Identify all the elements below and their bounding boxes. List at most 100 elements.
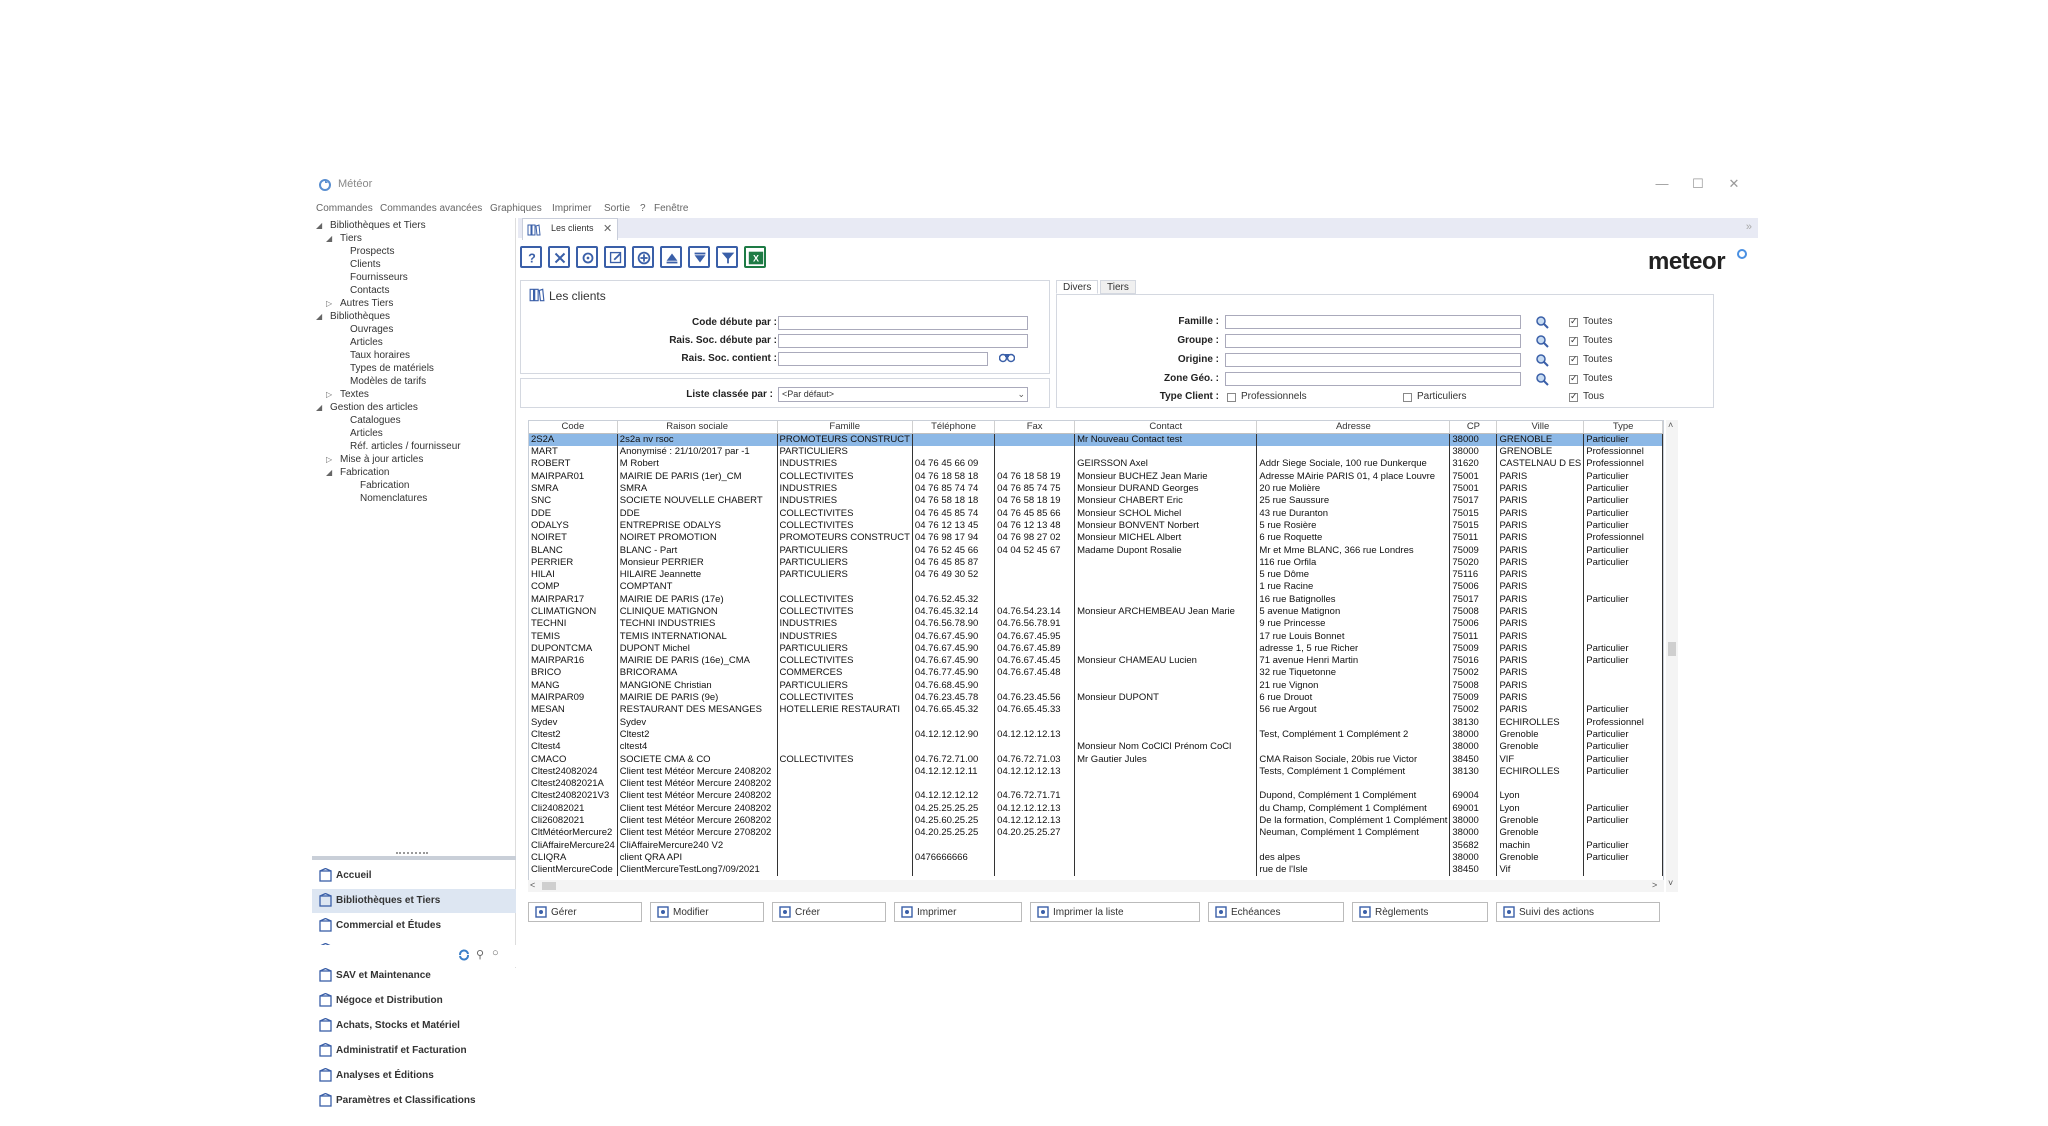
down-button[interactable] bbox=[688, 246, 710, 268]
menu-sortie[interactable]: Sortie bbox=[604, 203, 630, 214]
tree-expander-icon[interactable]: ▷ bbox=[326, 455, 332, 464]
tree-item[interactable]: Fournisseurs bbox=[350, 272, 408, 283]
settings-button[interactable] bbox=[576, 246, 598, 268]
table-row[interactable]: NOIRET NOIRET PROMOTION PROMOTEURS CONSTRU… bbox=[529, 532, 1663, 545]
nav-item[interactable]: Achats, Stocks et Matériel bbox=[312, 1014, 516, 1038]
rs-start-input[interactable] bbox=[778, 334, 1028, 348]
groupe-toutes-checkbox[interactable] bbox=[1569, 335, 1578, 346]
menu-help[interactable]: ? bbox=[640, 203, 646, 214]
nav-item[interactable]: Accueil bbox=[312, 864, 516, 888]
table-row[interactable]: Cltest24082021A Client test Météor Mercur… bbox=[529, 778, 1663, 791]
tree-item[interactable]: Nomenclatures bbox=[360, 493, 427, 504]
excel-button[interactable]: X bbox=[744, 246, 766, 268]
tree-item[interactable]: Bibliothèques bbox=[330, 311, 390, 322]
print-button[interactable]: Imprimer bbox=[894, 902, 1022, 922]
table-row[interactable]: MAIRPAR09 MAIRIE DE PARIS (9e) COLLECTIVIT… bbox=[529, 691, 1663, 705]
table-row[interactable]: MAIRPAR16 MAIRIE DE PARIS (16e)_CMA COLLEC… bbox=[529, 655, 1663, 668]
menu-graphiques[interactable]: Graphiques bbox=[490, 203, 542, 214]
column-header[interactable]: Téléphone bbox=[912, 421, 996, 434]
tree-item[interactable]: Bibliothèques et Tiers bbox=[330, 220, 426, 231]
collapse-icon[interactable]: ○ bbox=[492, 947, 499, 959]
famille-input[interactable] bbox=[1225, 315, 1521, 329]
table-row[interactable]: Sydev Sydev 38130 ECHIROLLES Professionnel bbox=[529, 716, 1663, 729]
close-button[interactable]: ✕ bbox=[1720, 174, 1748, 194]
table-row[interactable]: 2S2A 2s2a nv rsoc PROMOTEURS CONSTRUCT Mr N… bbox=[529, 433, 1663, 446]
tree-item[interactable]: Catalogues bbox=[350, 415, 401, 426]
tree-expander-icon[interactable]: ▷ bbox=[326, 390, 332, 399]
tous-checkbox[interactable] bbox=[1569, 391, 1578, 402]
menu-imprimer[interactable]: Imprimer bbox=[552, 203, 591, 214]
rs-contains-input[interactable] bbox=[778, 352, 988, 366]
table-row[interactable]: MAIRPAR01 MAIRIE DE PARIS (1er)_CM COLLECT… bbox=[529, 470, 1663, 483]
column-header[interactable]: Raison sociale bbox=[617, 421, 778, 434]
nav-item[interactable]: Commercial et Études bbox=[312, 914, 516, 938]
tree-item[interactable]: Modèles de tarifs bbox=[350, 376, 426, 387]
zone-search-icon[interactable] bbox=[1535, 372, 1549, 386]
menu-commandes[interactable]: Commandes bbox=[316, 203, 373, 214]
table-row[interactable]: Cltest24082021V3 Client test Météor Mercu… bbox=[529, 790, 1663, 803]
nav-item[interactable]: Analyses et Éditions bbox=[312, 1064, 516, 1088]
table-row[interactable]: MANG MANGIONE Christian PARTICULIERS 04.76.… bbox=[529, 679, 1663, 692]
tree-item[interactable]: Fabrication bbox=[360, 480, 409, 491]
add-button[interactable]: Créer bbox=[772, 902, 886, 922]
table-row[interactable]: MART Anonymisé : 21/10/2017 par -1 PARTICU… bbox=[529, 446, 1663, 459]
column-header[interactable]: Code bbox=[529, 421, 618, 434]
calendar-button[interactable]: Echéances bbox=[1208, 902, 1344, 922]
origine-toutes-checkbox[interactable] bbox=[1569, 354, 1578, 365]
splitter-grip[interactable] bbox=[396, 852, 428, 854]
menu-commandes-avancees[interactable]: Commandes avancées bbox=[380, 203, 482, 214]
tree-item[interactable]: Clients bbox=[350, 259, 381, 270]
groupe-input[interactable] bbox=[1225, 334, 1521, 348]
add-button[interactable] bbox=[632, 246, 654, 268]
help-button[interactable]: ? bbox=[520, 246, 542, 268]
tree-item[interactable]: Ouvrages bbox=[350, 324, 393, 335]
table-row[interactable]: DUPONTCMA DUPONT Michel PARTICULIERS 04.76.… bbox=[529, 642, 1663, 656]
delete-button[interactable] bbox=[548, 246, 570, 268]
minimize-button[interactable]: — bbox=[1648, 174, 1676, 194]
professionnels-checkbox[interactable] bbox=[1227, 393, 1236, 402]
tree-item[interactable]: Fabrication bbox=[340, 467, 389, 478]
scroll-left-icon[interactable]: ˂ bbox=[530, 880, 535, 890]
splitter[interactable] bbox=[312, 856, 516, 860]
tree-item[interactable]: Prospects bbox=[350, 246, 394, 257]
tree-item[interactable]: Mise à jour articles bbox=[340, 454, 423, 465]
tree-item[interactable]: Taux horaires bbox=[350, 350, 410, 361]
edit-button[interactable]: Modifier bbox=[650, 902, 764, 922]
tree-item[interactable]: Tiers bbox=[340, 233, 362, 244]
column-header[interactable]: Contact bbox=[1074, 421, 1258, 434]
tree-expander-icon[interactable]: ◢ bbox=[316, 312, 322, 321]
column-header[interactable]: Famille bbox=[777, 421, 913, 434]
table-row[interactable]: Cli26082021 Client test Météor Mercure 26… bbox=[529, 814, 1663, 828]
table-row[interactable]: HILAI HILAIRE Jeannette PARTICULIERS 04 76 … bbox=[529, 568, 1663, 582]
tree-expander-icon[interactable]: ▷ bbox=[326, 299, 332, 308]
table-row[interactable]: Cltest4 cltest4 Monsieur Nom CoClCl Prénom… bbox=[529, 741, 1663, 754]
nav-item[interactable]: Négoce et Distribution bbox=[312, 989, 516, 1013]
scroll-up-icon[interactable]: ˄ bbox=[1668, 420, 1673, 430]
hscroll-thumb[interactable] bbox=[542, 882, 556, 890]
tree-item[interactable]: Textes bbox=[340, 389, 369, 400]
table-row[interactable]: BLANC BLANC - Part PARTICULIERS 04 76 52 45… bbox=[529, 544, 1663, 557]
up-button[interactable] bbox=[660, 246, 682, 268]
tree-item[interactable]: Articles bbox=[350, 428, 383, 439]
tree-item[interactable]: Articles bbox=[350, 337, 383, 348]
nav-item[interactable]: Bibliothèques et Tiers bbox=[312, 889, 516, 913]
particuliers-checkbox[interactable] bbox=[1403, 393, 1412, 402]
tree-expander-icon[interactable]: ◢ bbox=[326, 234, 332, 243]
column-header[interactable]: Type bbox=[1583, 421, 1663, 434]
menu-fenetre[interactable]: Fenêtre bbox=[654, 203, 688, 214]
table-row[interactable]: ODALYS ENTREPRISE ODALYS COLLECTIVITES 04 7… bbox=[529, 519, 1663, 533]
table-row[interactable]: CliAffaireMercure24 CliAffaireMercure240 … bbox=[529, 839, 1663, 852]
famille-toutes-checkbox[interactable] bbox=[1569, 316, 1578, 327]
table-row[interactable]: COMP COMPTANT 1 rue Racine 75006 PARIS bbox=[529, 581, 1663, 594]
nav-item[interactable]: Paramètres et Classifications bbox=[312, 1089, 516, 1113]
tree-item[interactable]: Gestion des articles bbox=[330, 402, 418, 413]
tab-tiers[interactable]: Tiers bbox=[1100, 280, 1136, 294]
binoculars-icon[interactable] bbox=[999, 351, 1015, 363]
nav-item[interactable]: SAV et Maintenance bbox=[312, 964, 516, 988]
table-row[interactable]: MAIRPAR17 MAIRIE DE PARIS (17e) COLLECTIVI… bbox=[529, 593, 1663, 606]
table-row[interactable]: Cli24082021 Client test Météor Mercure 24… bbox=[529, 802, 1663, 815]
table-row[interactable]: CLIQRA client QRA API 0476666666 des alpes 3… bbox=[529, 851, 1663, 865]
table-row[interactable]: Cltest24082024 Client test Météor Mercure… bbox=[529, 765, 1663, 779]
zone-input[interactable] bbox=[1225, 372, 1521, 386]
table-row[interactable]: TEMIS TEMIS INTERNATIONAL INDUSTRIES 04.76.… bbox=[529, 630, 1663, 643]
